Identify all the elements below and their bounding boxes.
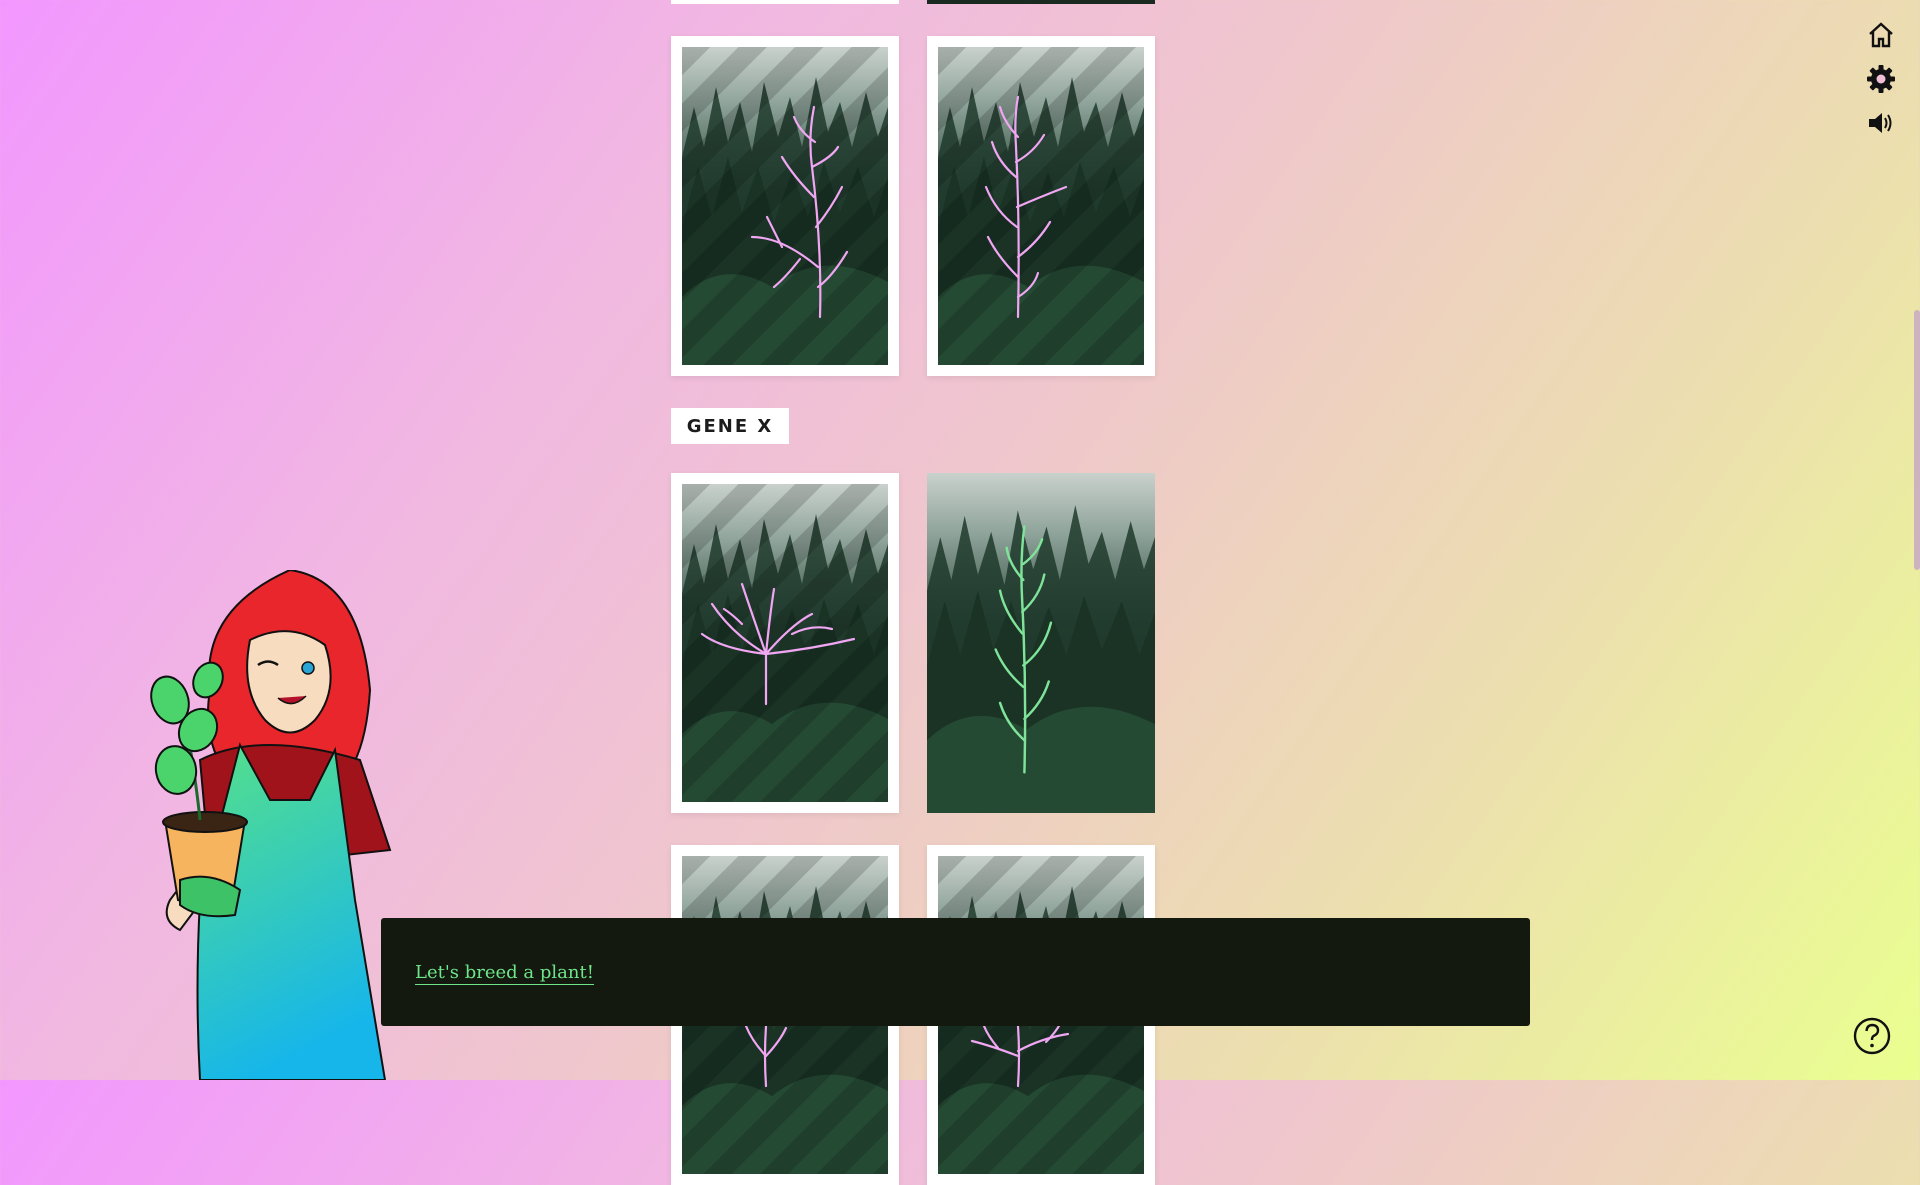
plant-image <box>927 473 1155 813</box>
plant-card[interactable] <box>671 473 899 813</box>
plant-card-selected[interactable] <box>927 473 1155 813</box>
scrollbar-thumb[interactable] <box>1914 310 1920 570</box>
plant-card[interactable] <box>671 36 899 376</box>
card-edge <box>671 0 899 4</box>
scrollbar[interactable] <box>1914 0 1920 1080</box>
plant-image <box>682 484 888 802</box>
top-toolbar <box>1864 18 1898 140</box>
card-edge <box>927 0 1155 4</box>
speaker-icon[interactable] <box>1864 106 1898 140</box>
section-label: GENE X <box>671 408 789 444</box>
gear-icon[interactable] <box>1864 62 1898 96</box>
dialog-box: Let's breed a plant! <box>381 918 1530 1026</box>
plant-image <box>938 47 1144 365</box>
help-icon[interactable] <box>1852 1016 1892 1056</box>
plant-image <box>682 47 888 365</box>
plant-card[interactable] <box>927 36 1155 376</box>
home-icon[interactable] <box>1864 18 1898 52</box>
dialog-link[interactable]: Let's breed a plant! <box>415 962 594 983</box>
